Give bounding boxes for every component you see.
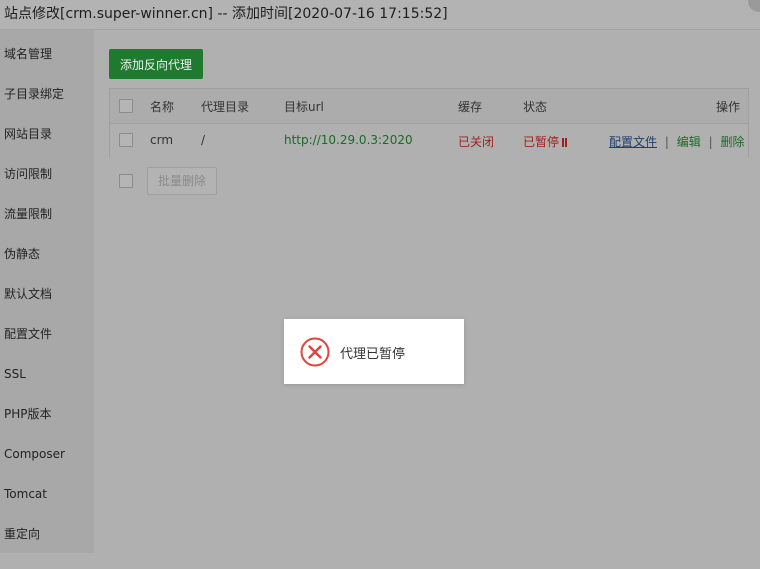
sidebar-item-rewrite[interactable]: 伪静态 <box>0 234 94 274</box>
table-row: crm / http://10.29.0.3:2020 已关闭 已暂停 配置文件… <box>110 124 748 157</box>
cell-proxy-dir: / <box>201 133 206 147</box>
sidebar-item-domain[interactable]: 域名管理 <box>0 34 94 74</box>
sidebar-item-php[interactable]: PHP版本 <box>0 394 94 434</box>
header-name: 名称 <box>150 100 175 114</box>
batch-select-checkbox[interactable] <box>119 174 133 188</box>
header-cache: 缓存 <box>458 100 483 114</box>
toast-message: 代理已暂停 <box>340 347 406 362</box>
sidebar-item-default-doc[interactable]: 默认文档 <box>0 274 94 314</box>
sidebar: 域名管理 子目录绑定 网站目录 访问限制 流量限制 伪静态 默认文档 配置文件 … <box>0 30 94 553</box>
sidebar-item-tomcat[interactable]: Tomcat <box>0 474 94 514</box>
row-checkbox[interactable] <box>119 133 133 147</box>
header-status: 状态 <box>523 100 548 114</box>
sidebar-item-redirect[interactable]: 重定向 <box>0 514 94 554</box>
sidebar-item-site-dir[interactable]: 网站目录 <box>0 114 94 154</box>
edit-link[interactable]: 编辑 <box>677 135 701 149</box>
cell-name: crm <box>150 133 174 147</box>
sidebar-item-ssl[interactable]: SSL <box>0 354 94 394</box>
header-actions: 操作 <box>715 100 740 114</box>
status-toggle[interactable]: 已暂停 <box>523 133 568 150</box>
window-title: 站点修改[crm.super-winner.cn] -- 添加时间[2020-0… <box>4 6 448 22</box>
config-file-link[interactable]: 配置文件 <box>609 135 657 149</box>
select-all-checkbox[interactable] <box>119 99 133 113</box>
sidebar-item-composer[interactable]: Composer <box>0 434 94 474</box>
proxy-table: 名称 代理目录 目标url 缓存 状态 操作 crm / http://10.2… <box>109 88 749 157</box>
cache-toggle[interactable]: 已关闭 <box>458 133 494 150</box>
action-separator: | <box>664 135 669 149</box>
delete-link[interactable]: 删除 <box>720 135 744 149</box>
status-label: 已暂停 <box>523 135 560 149</box>
toast-notification: 代理已暂停 <box>284 319 464 384</box>
main-panel: 添加反向代理 名称 代理目录 目标url 缓存 状态 操作 crm / http… <box>94 30 760 569</box>
cell-target-url: http://10.29.0.3:2020 <box>284 133 413 147</box>
error-circle-icon <box>300 337 330 367</box>
sidebar-item-subdir[interactable]: 子目录绑定 <box>0 74 94 114</box>
sidebar-item-config[interactable]: 配置文件 <box>0 314 94 354</box>
table-header: 名称 代理目录 目标url 缓存 状态 操作 <box>110 89 748 124</box>
row-actions: 配置文件 | 编辑 | 删除 <box>609 133 744 150</box>
sidebar-item-traffic[interactable]: 流量限制 <box>0 194 94 234</box>
add-proxy-button[interactable]: 添加反向代理 <box>109 49 203 79</box>
sidebar-item-access[interactable]: 访问限制 <box>0 154 94 194</box>
action-separator: | <box>708 135 713 149</box>
header-target-url: 目标url <box>284 100 324 114</box>
header-proxy-dir: 代理目录 <box>201 100 250 114</box>
batch-delete-button[interactable]: 批量删除 <box>147 167 217 195</box>
close-icon[interactable] <box>748 0 760 12</box>
pause-icon <box>561 135 568 149</box>
window-titlebar: 站点修改[crm.super-winner.cn] -- 添加时间[2020-0… <box>0 0 760 30</box>
